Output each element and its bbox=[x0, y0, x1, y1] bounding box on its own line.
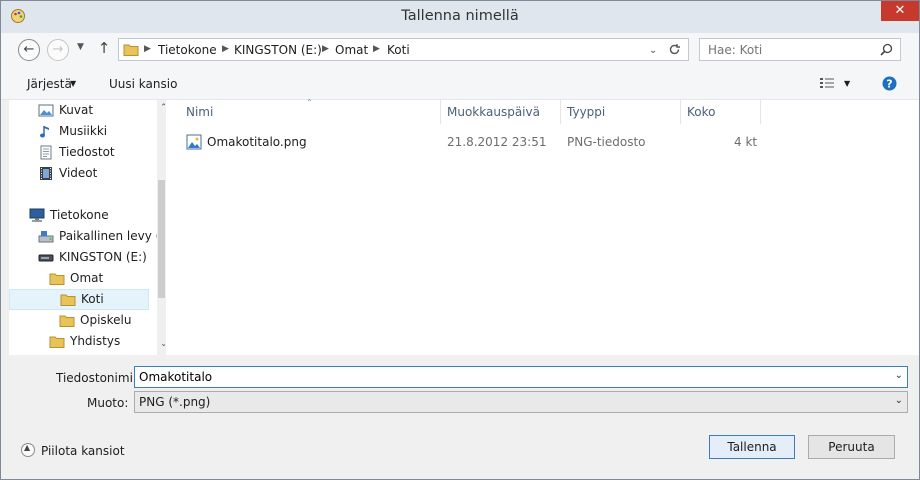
breadcrumb-separator-icon: ▶ bbox=[373, 44, 380, 54]
folder-icon bbox=[49, 273, 65, 285]
filename-input[interactable] bbox=[139, 370, 859, 384]
file-list[interactable]: ⌃ Nimi Muokkauspäivä Tyyppi Koko Omakoti… bbox=[166, 98, 919, 355]
save-button[interactable]: Tallenna bbox=[709, 435, 795, 459]
forward-button[interactable]: → bbox=[47, 39, 69, 61]
help-icon[interactable]: ? bbox=[882, 76, 897, 91]
computer-icon bbox=[29, 208, 45, 222]
folder-icon bbox=[59, 315, 75, 327]
file-type-value: PNG (*.png) bbox=[139, 395, 211, 409]
file-type-label: Muoto: bbox=[87, 396, 129, 410]
scroll-thumb[interactable] bbox=[158, 180, 165, 298]
breadcrumb-omat[interactable]: Omat bbox=[335, 43, 368, 57]
documents-icon bbox=[40, 145, 52, 160]
folder-icon bbox=[123, 44, 139, 56]
hide-folders-button[interactable]: Piilota kansiot bbox=[41, 444, 125, 458]
address-bar[interactable]: ▶ Tietokone ▶ KINGSTON (E:) ▶ Omat ▶ Kot… bbox=[118, 38, 689, 61]
search-box[interactable] bbox=[699, 38, 901, 61]
column-header-type[interactable]: Tyyppi bbox=[567, 105, 605, 119]
up-button[interactable]: ↑ bbox=[93, 39, 115, 61]
organize-chevron-icon[interactable]: ▼ bbox=[70, 79, 76, 88]
usb-drive-icon bbox=[38, 254, 54, 262]
svg-text:?: ? bbox=[886, 78, 892, 91]
folder-icon bbox=[60, 294, 76, 306]
navigation-scrollbar[interactable]: ⌃ ⌄ bbox=[157, 100, 165, 355]
breadcrumb-kingston[interactable]: KINGSTON (E:) bbox=[234, 43, 322, 57]
window-title: Tallenna nimellä bbox=[401, 8, 519, 24]
close-button[interactable]: ✕ bbox=[881, 1, 919, 21]
recent-locations-chevron-icon[interactable]: ▼ bbox=[77, 42, 84, 52]
file-type-chevron-icon[interactable]: ⌄ bbox=[895, 395, 903, 406]
file-modified: 21.8.2012 23:51 bbox=[447, 135, 547, 149]
sort-ascending-icon: ⌃ bbox=[306, 98, 313, 107]
new-folder-button[interactable]: Uusi kansio bbox=[109, 77, 177, 91]
music-icon bbox=[40, 126, 49, 138]
organize-button[interactable]: Järjestä bbox=[27, 77, 72, 91]
view-chevron-icon[interactable]: ▼ bbox=[844, 79, 850, 88]
breadcrumb-separator-icon: ▶ bbox=[144, 44, 151, 54]
navigation-pane[interactable]: Kuvat Musiikki Tiedostot Videot Tietokon… bbox=[9, 100, 165, 355]
command-toolbar: Järjestä ▼ Uusi kansio ▼ ? bbox=[1, 67, 919, 100]
file-size: 4 kt bbox=[734, 135, 758, 149]
filename-label: Tiedostonimi: bbox=[56, 371, 137, 385]
pictures-icon bbox=[38, 104, 54, 117]
sidebar-item-koti[interactable]: Koti bbox=[9, 289, 149, 310]
filename-history-chevron-icon[interactable]: ⌄ bbox=[895, 370, 903, 381]
title-bar: Tallenna nimellä ✕ bbox=[1, 1, 919, 33]
hide-folders-toggle-icon[interactable]: ▲ bbox=[21, 443, 35, 457]
column-header-name[interactable]: Nimi bbox=[186, 105, 213, 119]
search-icon[interactable] bbox=[880, 43, 893, 56]
breadcrumb-koti[interactable]: Koti bbox=[387, 43, 410, 57]
filename-field[interactable]: ⌄ bbox=[134, 366, 908, 388]
address-history-chevron-icon[interactable]: ⌄ bbox=[649, 45, 657, 56]
folder-icon bbox=[49, 336, 65, 348]
cancel-button[interactable]: Peruuta bbox=[808, 435, 895, 459]
navigation-bar: ← → ▼ ↑ ▶ Tietokone ▶ KINGSTON (E:) ▶ Om… bbox=[1, 33, 919, 67]
breadcrumb-computer[interactable]: Tietokone bbox=[158, 43, 217, 57]
breadcrumb-separator-icon: ▶ bbox=[222, 44, 229, 54]
save-as-dialog: Tallenna nimellä ✕ ← → ▼ ↑ ▶ Tietokone ▶… bbox=[0, 0, 920, 480]
local-disk-icon bbox=[38, 231, 54, 243]
column-header-modified[interactable]: Muokkauspäivä bbox=[447, 105, 540, 119]
scroll-up-icon[interactable]: ⌃ bbox=[160, 103, 165, 113]
file-type: PNG-tiedosto bbox=[567, 135, 646, 149]
view-options-icon[interactable] bbox=[819, 77, 835, 89]
scroll-down-icon[interactable]: ⌄ bbox=[160, 339, 165, 349]
file-type-select[interactable]: PNG (*.png) ⌄ bbox=[134, 391, 908, 413]
back-button[interactable]: ← bbox=[18, 39, 40, 61]
save-form: Tiedostonimi: ⌄ Muoto: PNG (*.png) ⌄ ▲ P… bbox=[1, 356, 919, 479]
file-name: Omakotitalo.png bbox=[207, 135, 307, 149]
search-input[interactable] bbox=[708, 42, 878, 57]
breadcrumb-separator-icon: ▶ bbox=[322, 44, 329, 54]
image-file-icon bbox=[186, 134, 202, 150]
videos-icon bbox=[40, 167, 52, 180]
refresh-icon[interactable] bbox=[668, 43, 681, 56]
column-header-size[interactable]: Koko bbox=[687, 105, 715, 119]
table-row[interactable]: Omakotitalo.png 21.8.2012 23:51 PNG-tied… bbox=[184, 134, 764, 154]
